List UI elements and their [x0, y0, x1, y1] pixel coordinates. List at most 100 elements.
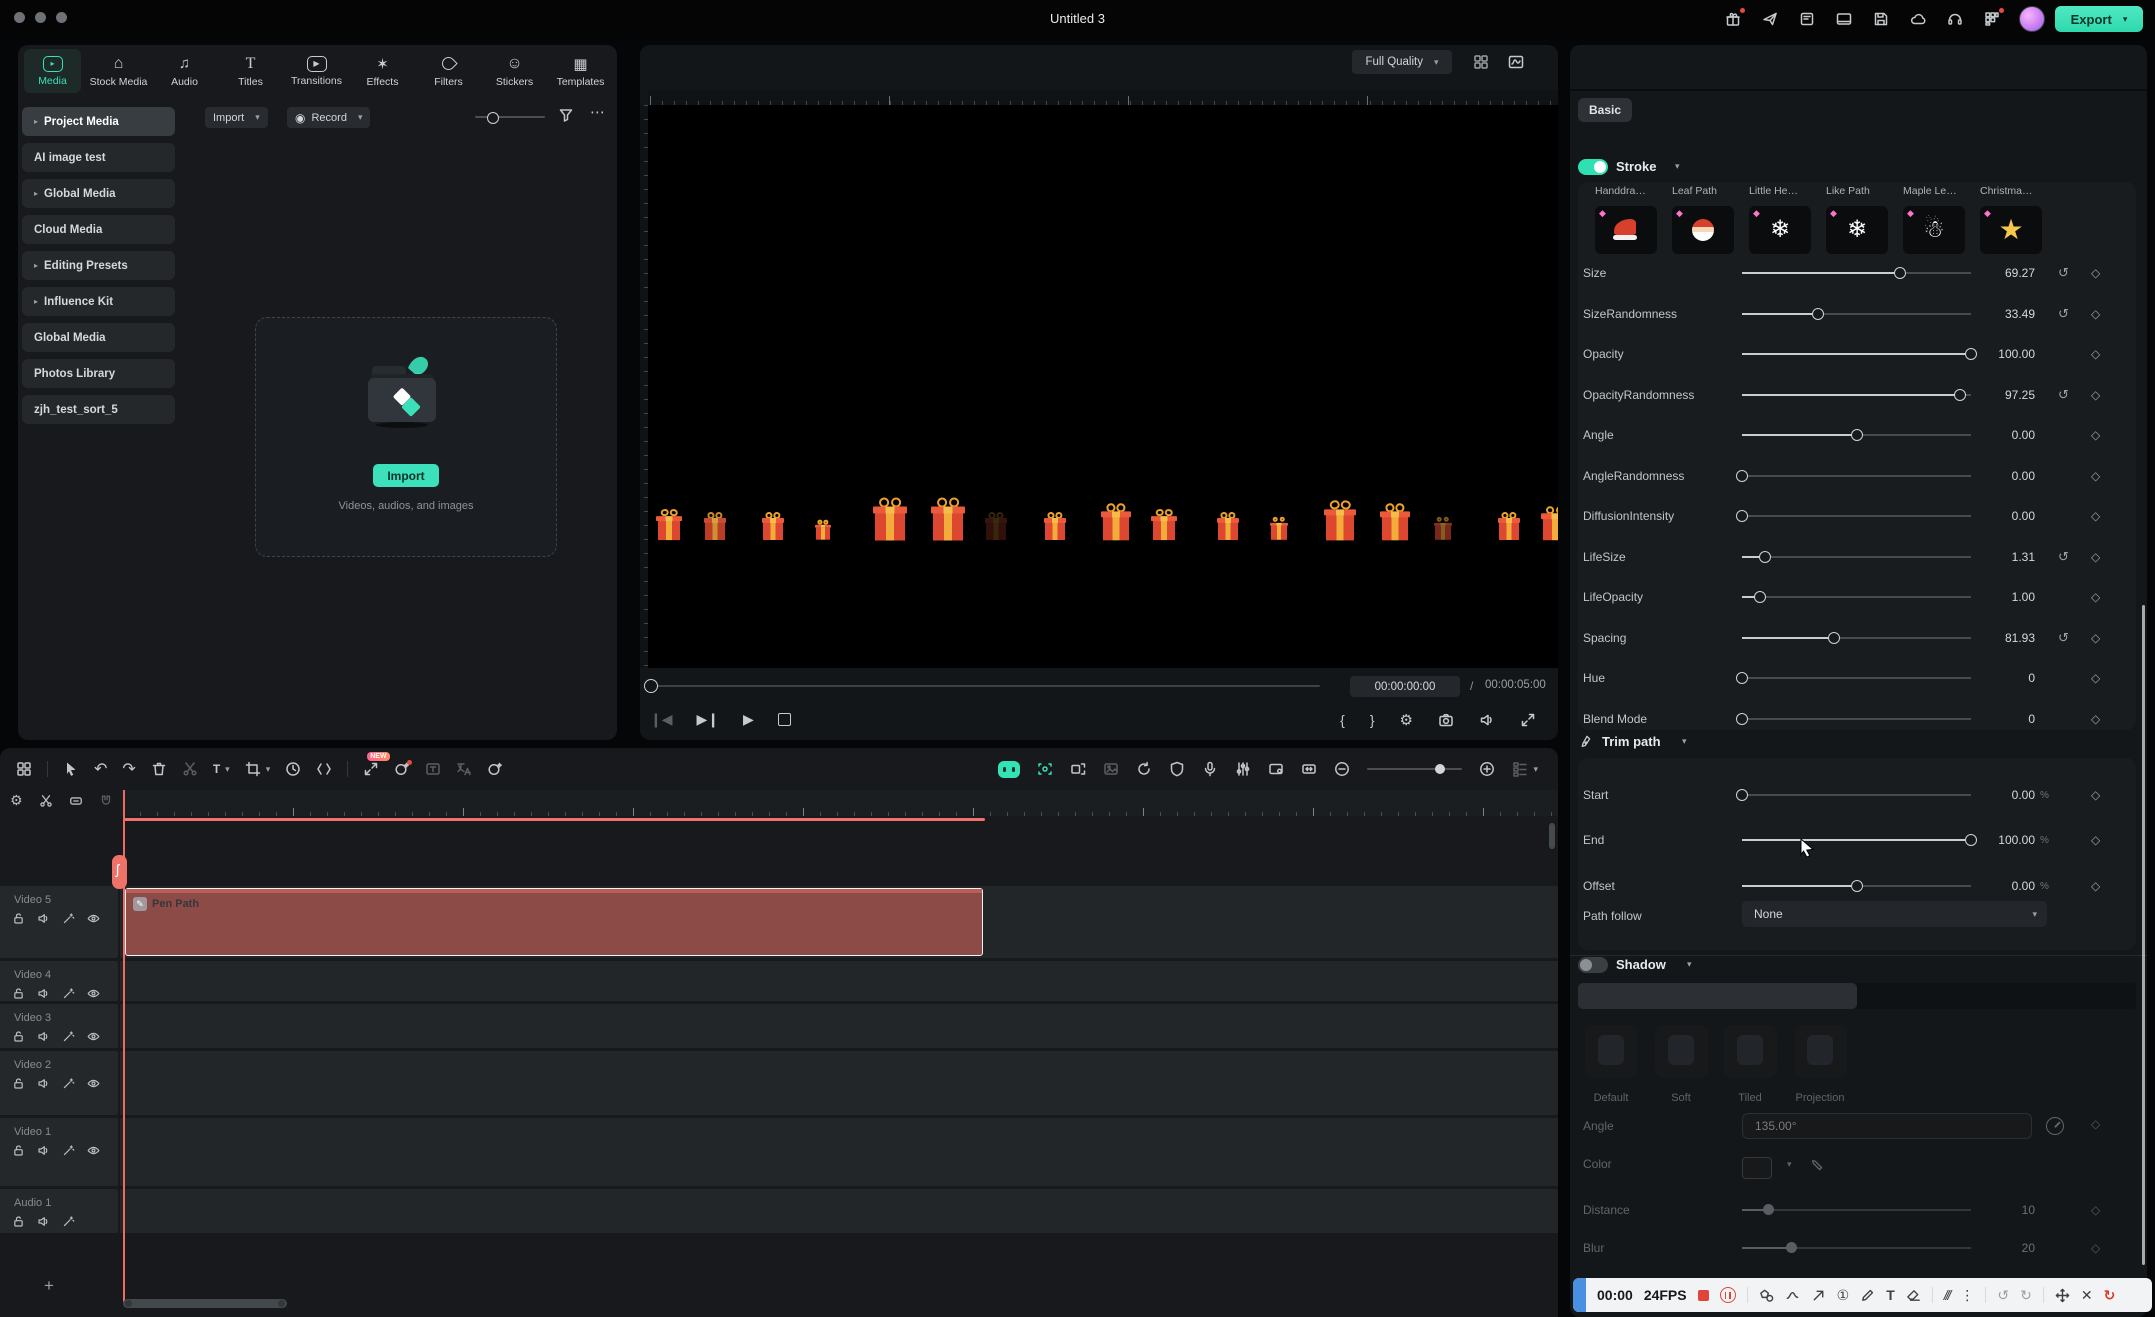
media-tab[interactable]: Effects: [354, 49, 411, 93]
parameter-value[interactable]: 1.00: [1943, 590, 2035, 604]
path-follow-dropdown[interactable]: None ▾: [1742, 901, 2047, 927]
reset-icon[interactable]: ↺: [2058, 549, 2069, 565]
reset-icon[interactable]: ↺: [2058, 306, 2069, 322]
effects-wand-icon[interactable]: [62, 1144, 75, 1157]
ai-assistant-icon[interactable]: [998, 761, 1020, 778]
image-overlay-icon[interactable]: [1103, 761, 1119, 777]
parameter-slider[interactable]: [1742, 631, 1971, 645]
translate-icon[interactable]: [456, 761, 472, 777]
shadow-preset[interactable]: Projection: [1785, 1025, 1855, 1104]
media-browser-icon[interactable]: [16, 761, 32, 777]
sidebar-item[interactable]: Photos Library: [22, 359, 175, 388]
highlight-tool-icon[interactable]: ///: [1944, 1287, 1950, 1303]
parameter-slider[interactable]: [1742, 879, 1971, 893]
redo-icon[interactable]: ↷: [122, 759, 135, 779]
shadow-tab[interactable]: [1578, 983, 1857, 1009]
freehand-tool-icon[interactable]: [1785, 1288, 1800, 1303]
next-frame-button[interactable]: ▶❙: [697, 711, 720, 728]
razor-icon[interactable]: [39, 794, 53, 808]
lock-icon[interactable]: [12, 1215, 25, 1228]
redo-annotation-icon[interactable]: ↻: [2020, 1287, 2032, 1304]
keyframe-diamond-icon[interactable]: ◇: [2091, 590, 2100, 604]
toolbar-drag-handle[interactable]: [1573, 1278, 1586, 1312]
slider-handle[interactable]: [1736, 510, 1748, 522]
parameter-value[interactable]: 100.00: [1943, 833, 2035, 847]
text-tool-icon[interactable]: T▾: [213, 762, 230, 776]
crop-tool-icon[interactable]: ▾: [245, 761, 271, 777]
horizontal-scrollbar[interactable]: [123, 1299, 287, 1308]
slider-handle[interactable]: [1894, 267, 1906, 279]
shadow-preset[interactable]: Default: [1576, 1025, 1646, 1104]
stop-recording-button[interactable]: [1698, 1290, 1709, 1301]
basic-section-button[interactable]: Basic: [1578, 98, 1632, 122]
media-tab[interactable]: Titles: [222, 49, 279, 93]
media-tab[interactable]: Media: [24, 49, 81, 93]
slider-handle[interactable]: [1736, 713, 1748, 725]
parameter-value[interactable]: 33.49: [1943, 307, 2035, 321]
lock-icon[interactable]: [12, 1077, 25, 1090]
restart-recording-icon[interactable]: ↻: [2104, 1287, 2116, 1304]
timeline-zoom-slider[interactable]: [1367, 768, 1462, 770]
effects-wand-icon[interactable]: [62, 987, 75, 1000]
speed-duration-icon[interactable]: [285, 761, 301, 777]
slider-handle[interactable]: [1851, 880, 1863, 892]
parameter-slider[interactable]: [1742, 671, 1971, 685]
voiceover-icon[interactable]: [1202, 761, 1218, 777]
keyframe-diamond-icon[interactable]: ◇: [2091, 631, 2100, 645]
screen-record-icon[interactable]: [1268, 761, 1284, 777]
shadow-preset[interactable]: Tiled: [1715, 1025, 1785, 1104]
delete-icon[interactable]: [151, 761, 167, 777]
multiview-icon[interactable]: [1473, 54, 1489, 70]
preset-thumbnail[interactable]: ◆: [1903, 206, 1965, 254]
previous-frame-button[interactable]: ❙◀: [650, 711, 673, 728]
mute-speaker-icon[interactable]: [37, 912, 50, 925]
track-lane[interactable]: [120, 1189, 1558, 1233]
effects-wand-icon[interactable]: [62, 1030, 75, 1043]
slider-handle[interactable]: [1754, 591, 1766, 603]
mute-icon[interactable]: [1479, 712, 1495, 728]
slider-handle[interactable]: [1851, 429, 1863, 441]
stroke-preset[interactable]: Maple Le… ◆: [1903, 185, 1973, 261]
auto-ripple-icon[interactable]: [1301, 761, 1317, 777]
reset-icon[interactable]: ↺: [2058, 265, 2069, 281]
stroke-preset[interactable]: Handdra… ◆: [1595, 185, 1665, 261]
shadow-preset-thumbnail[interactable]: [1794, 1025, 1847, 1078]
keyframe-diamond-icon[interactable]: ◇: [2091, 712, 2100, 726]
undo-icon[interactable]: ↶: [94, 759, 107, 779]
pencil-tool-icon[interactable]: [1860, 1288, 1875, 1303]
keyframe-diamond-icon[interactable]: ◇: [2091, 550, 2100, 564]
chevron-down-icon[interactable]: ▾: [1682, 736, 1687, 747]
audio-mixer-icon[interactable]: [1235, 761, 1251, 777]
track-header[interactable]: Video 4: [0, 961, 118, 1001]
keyframe-diamond-icon[interactable]: ◇: [2091, 1203, 2100, 1217]
motion-tracking-icon[interactable]: [1037, 761, 1053, 777]
parameter-slider[interactable]: [1742, 590, 1971, 604]
pause-recording-button[interactable]: [1720, 1287, 1736, 1303]
chevron-down-icon[interactable]: ▾: [1787, 1159, 1792, 1170]
sidebar-item[interactable]: Global Media: [22, 323, 175, 352]
filter-icon[interactable]: [558, 107, 574, 123]
slider-handle[interactable]: [1812, 308, 1824, 320]
arrow-tool-icon[interactable]: [1811, 1288, 1826, 1303]
keyframe-diamond-icon[interactable]: ◇: [2091, 879, 2100, 893]
import-dropzone[interactable]: Import Videos, audios, and images: [255, 317, 557, 557]
parameter-value[interactable]: 0.00: [1943, 509, 2035, 523]
angle-dial-icon[interactable]: [2046, 1117, 2064, 1135]
media-tab[interactable]: Audio: [156, 49, 213, 93]
apps-grid-icon[interactable]: [1982, 9, 2002, 29]
parameter-value[interactable]: 1.31: [1943, 550, 2035, 564]
visibility-eye-icon[interactable]: [87, 912, 100, 925]
quality-dropdown[interactable]: Full Quality▾: [1352, 50, 1452, 74]
keyframe-diamond-icon[interactable]: ◇: [2091, 833, 2100, 847]
track-header[interactable]: Audio 1: [0, 1189, 118, 1233]
zoom-out-icon[interactable]: [1334, 761, 1350, 777]
visibility-eye-icon[interactable]: [87, 1030, 100, 1043]
angle-input[interactable]: 135.00°: [1742, 1113, 2032, 1139]
parameter-slider[interactable]: [1742, 1241, 1971, 1255]
track-header[interactable]: Video 2: [0, 1051, 118, 1115]
parameter-value[interactable]: 97.25: [1943, 388, 2035, 402]
stroke-preset[interactable]: Christma… ◆: [1980, 185, 2050, 261]
media-tab[interactable]: Stock Media: [90, 49, 147, 93]
effects-wand-icon[interactable]: [62, 912, 75, 925]
stroke-preset[interactable]: Little He… ◆: [1749, 185, 1819, 261]
